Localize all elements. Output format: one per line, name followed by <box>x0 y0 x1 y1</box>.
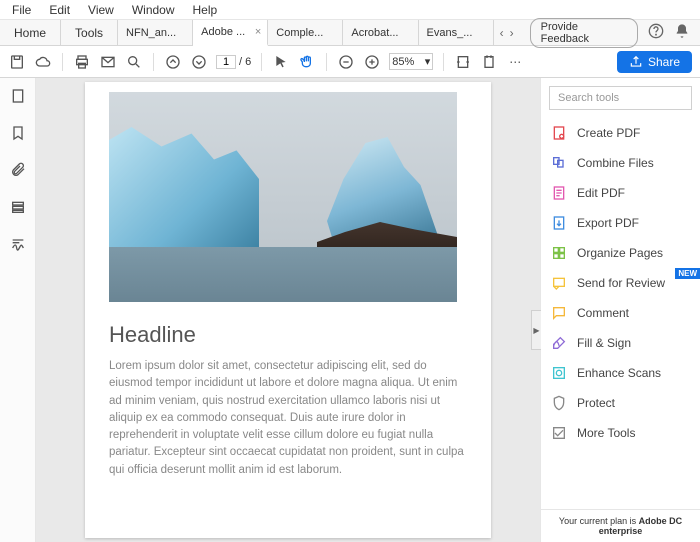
tool-label: Fill & Sign <box>577 336 631 350</box>
tool-icon <box>551 395 567 411</box>
menu-file[interactable]: File <box>4 3 39 17</box>
headline: Headline <box>109 322 467 348</box>
search-tools-input[interactable]: Search tools <box>549 86 692 110</box>
tool-icon <box>551 215 567 231</box>
save-icon[interactable] <box>8 53 26 71</box>
menu-window[interactable]: Window <box>124 3 183 17</box>
fit-page-icon[interactable] <box>480 53 498 71</box>
arrow-cursor-icon[interactable] <box>272 53 290 71</box>
search-icon[interactable] <box>125 53 143 71</box>
plan-info: Your current plan is Adobe DC enterprise <box>541 509 700 542</box>
page-up-icon[interactable] <box>164 53 182 71</box>
tool-organize-pages[interactable]: Organize Pages <box>541 238 700 268</box>
cloud-icon[interactable] <box>34 53 52 71</box>
tool-label: Create PDF <box>577 126 640 140</box>
tool-icon <box>551 245 567 261</box>
doc-tab-1[interactable]: Adobe ...× <box>193 20 268 46</box>
tool-combine-files[interactable]: Combine Files <box>541 148 700 178</box>
provide-feedback-button[interactable]: Provide Feedback <box>530 18 638 48</box>
new-badge: NEW <box>675 268 700 279</box>
tool-label: Enhance Scans <box>577 366 661 380</box>
tool-more-tools[interactable]: More Tools <box>541 418 700 448</box>
more-icon[interactable]: ⋯ <box>506 53 524 71</box>
layers-icon[interactable] <box>10 199 26 218</box>
tool-comment[interactable]: Comment <box>541 298 700 328</box>
hero-image <box>109 92 457 302</box>
tool-edit-pdf[interactable]: Edit PDF <box>541 178 700 208</box>
tool-icon <box>551 365 567 381</box>
tab-nav: ‹ › <box>494 20 520 45</box>
panel-collapse-icon[interactable]: ▶ <box>531 310 541 350</box>
tool-icon <box>551 275 567 291</box>
toolbar: / 6 85%▾ ⋯ Share <box>0 46 700 78</box>
tab-next-icon[interactable]: › <box>510 26 514 40</box>
tool-label: Comment <box>577 306 629 320</box>
print-icon[interactable] <box>73 53 91 71</box>
page-indicator: / 6 <box>216 55 251 69</box>
tool-protect[interactable]: Protect <box>541 388 700 418</box>
page-input[interactable] <box>216 55 236 69</box>
bookmark-icon[interactable] <box>10 125 26 144</box>
tool-label: Edit PDF <box>577 186 625 200</box>
page-down-icon[interactable] <box>190 53 208 71</box>
bell-icon[interactable] <box>674 23 690 42</box>
menu-help[interactable]: Help <box>185 3 226 17</box>
tab-prev-icon[interactable]: ‹ <box>500 26 504 40</box>
doc-tab-0[interactable]: NFN_an... <box>118 20 193 45</box>
zoom-in-icon[interactable] <box>363 53 381 71</box>
tool-label: Send for Review <box>577 276 665 290</box>
fit-width-icon[interactable] <box>454 53 472 71</box>
tool-fill-sign[interactable]: Fill & Sign <box>541 328 700 358</box>
email-icon[interactable] <box>99 53 117 71</box>
tool-label: Combine Files <box>577 156 654 170</box>
page: Headline Lorem ipsum dolor sit amet, con… <box>85 82 491 538</box>
tool-label: Organize Pages <box>577 246 663 260</box>
doc-tab-2[interactable]: Comple... <box>268 20 343 45</box>
tool-label: Export PDF <box>577 216 639 230</box>
tool-icon <box>551 335 567 351</box>
share-button[interactable]: Share <box>617 51 692 73</box>
tool-export-pdf[interactable]: Export PDF <box>541 208 700 238</box>
tool-icon <box>551 155 567 171</box>
zoom-select[interactable]: 85%▾ <box>389 53 433 70</box>
tool-send-for-review[interactable]: Send for Review NEW <box>541 268 700 298</box>
right-panel: ▶ Search tools Create PDFCombine FilesEd… <box>540 78 700 542</box>
topbar: Home Tools NFN_an... Adobe ...× Comple..… <box>0 20 700 46</box>
tool-label: Protect <box>577 396 615 410</box>
tool-enhance-scans[interactable]: Enhance Scans <box>541 358 700 388</box>
signatures-icon[interactable] <box>10 236 26 255</box>
close-icon[interactable]: × <box>255 26 261 38</box>
body-text: Lorem ipsum dolor sit amet, consectetur … <box>109 358 467 479</box>
doc-tab-4[interactable]: Evans_... <box>419 20 494 45</box>
help-icon[interactable] <box>648 23 664 42</box>
tool-create-pdf[interactable]: Create PDF <box>541 118 700 148</box>
canvas[interactable]: Headline Lorem ipsum dolor sit amet, con… <box>36 78 540 542</box>
tab-home[interactable]: Home <box>0 20 61 45</box>
doc-tab-3[interactable]: Acrobat... <box>343 20 418 45</box>
menu-edit[interactable]: Edit <box>41 3 78 17</box>
hand-icon[interactable] <box>298 53 316 71</box>
tool-icon <box>551 305 567 321</box>
thumbnails-icon[interactable] <box>10 88 26 107</box>
tool-label: More Tools <box>577 426 635 440</box>
attachment-icon[interactable] <box>10 162 26 181</box>
menu-view[interactable]: View <box>80 3 122 17</box>
left-rail <box>0 78 36 542</box>
tab-tools[interactable]: Tools <box>61 20 118 45</box>
tool-icon <box>551 425 567 441</box>
tool-icon <box>551 185 567 201</box>
tool-icon <box>551 125 567 141</box>
zoom-out-icon[interactable] <box>337 53 355 71</box>
